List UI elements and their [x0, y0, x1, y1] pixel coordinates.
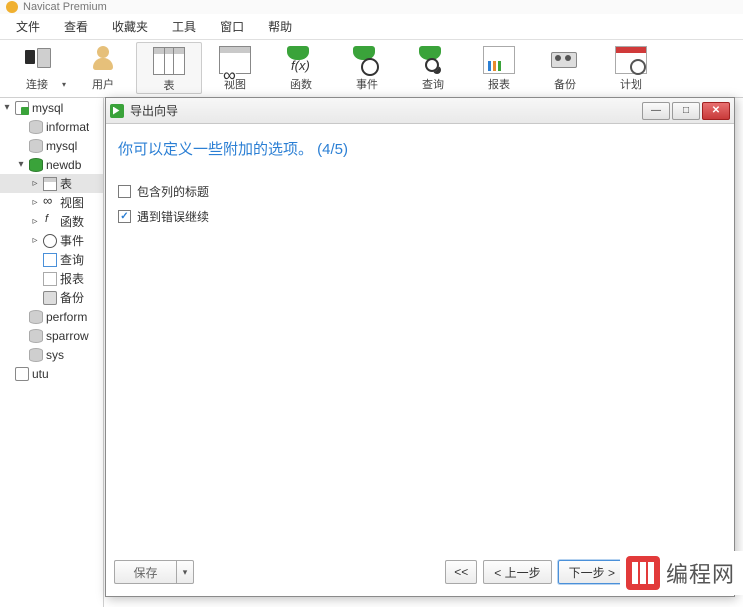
function-icon [285, 46, 317, 74]
minimize-button[interactable]: — [642, 102, 670, 120]
tree-db-performance[interactable]: perform [0, 307, 103, 326]
tree-db-sys[interactable]: sys [0, 345, 103, 364]
db-icon [29, 120, 43, 134]
view-icon [219, 46, 251, 74]
tool-connection[interactable]: 连接▾ [4, 42, 70, 92]
checkbox-continue-on-error[interactable] [118, 210, 131, 223]
tree-db-sparrow[interactable]: sparrow [0, 326, 103, 345]
server-icon [15, 367, 29, 381]
schedule-icon [615, 46, 647, 74]
tree-queries[interactable]: 查询 [0, 250, 103, 269]
tree-functions[interactable]: ▹函数 [0, 212, 103, 231]
tool-report[interactable]: 报表 [466, 42, 532, 92]
chevron-down-icon[interactable]: ▾ [62, 80, 66, 89]
tool-view[interactable]: 视图 [202, 42, 268, 92]
tool-function[interactable]: 函数 [268, 42, 334, 92]
report-small-icon [43, 272, 57, 286]
tree-db-information[interactable]: informat [0, 117, 103, 136]
option-include-header-label: 包含列的标题 [137, 183, 209, 200]
menu-window[interactable]: 窗口 [208, 14, 256, 39]
app-titlebar: Navicat Premium [0, 0, 743, 14]
menu-tools[interactable]: 工具 [160, 14, 208, 39]
tree-views[interactable]: ▹视图 [0, 193, 103, 212]
tree-events[interactable]: ▹事件 [0, 231, 103, 250]
menu-file[interactable]: 文件 [4, 14, 52, 39]
menu-bar: 文件 查看 收藏夹 工具 窗口 帮助 [0, 14, 743, 40]
tree-tables[interactable]: ▹表 [0, 174, 103, 193]
menu-fav[interactable]: 收藏夹 [100, 14, 160, 39]
dialog-title: 导出向导 [130, 102, 178, 119]
tree-backups[interactable]: 备份 [0, 288, 103, 307]
connection-tree[interactable]: ▾mysql informat mysql ▾newdb ▹表 ▹视图 ▹函数 … [0, 98, 104, 607]
main-toolbar: 连接▾ 用户 表 视图 函数 事件 查询 报表 备份 计划 [0, 40, 743, 98]
db-icon [29, 139, 43, 153]
checkbox-include-header[interactable] [118, 185, 131, 198]
menu-help[interactable]: 帮助 [256, 14, 304, 39]
save-dropdown[interactable]: ▾ [176, 560, 194, 584]
table-small-icon [43, 177, 57, 191]
tree-db-mysql[interactable]: mysql [0, 136, 103, 155]
backup-icon [549, 46, 581, 74]
close-button[interactable]: ✕ [702, 102, 730, 120]
tree-db-newdb[interactable]: ▾newdb [0, 155, 103, 174]
watermark: 编程网 [620, 551, 743, 595]
tool-schedule[interactable]: 计划 [598, 42, 664, 92]
export-wizard-dialog: 导出向导 — □ ✕ 你可以定义一些附加的选项。 (4/5) 包含列的标题 遇到… [105, 97, 735, 597]
tool-table[interactable]: 表 [136, 42, 202, 94]
tree-server-mysql[interactable]: ▾mysql [0, 98, 103, 117]
server-green-icon [15, 101, 29, 115]
app-title: Navicat Premium [23, 1, 107, 13]
watermark-text: 编程网 [666, 557, 735, 589]
tree-server-utu[interactable]: utu [0, 364, 103, 383]
report-icon [483, 46, 515, 74]
maximize-button[interactable]: □ [672, 102, 700, 120]
tree-reports[interactable]: 报表 [0, 269, 103, 288]
db-icon [29, 329, 43, 343]
menu-view[interactable]: 查看 [52, 14, 100, 39]
fx-small-icon [43, 215, 57, 229]
tool-event[interactable]: 事件 [334, 42, 400, 92]
query-small-icon [43, 253, 57, 267]
option-continue-on-error[interactable]: 遇到错误继续 [118, 208, 722, 225]
app-icon [6, 1, 18, 13]
connection-icon [21, 46, 53, 74]
save-button[interactable]: 保存 [114, 560, 176, 584]
option-include-header[interactable]: 包含列的标题 [118, 183, 722, 200]
export-icon [110, 104, 124, 118]
dialog-titlebar[interactable]: 导出向导 — □ ✕ [106, 98, 734, 124]
option-continue-on-error-label: 遇到错误继续 [137, 208, 209, 225]
event-icon [351, 46, 383, 74]
clock-small-icon [43, 234, 57, 248]
next-button[interactable]: 下一步 > [558, 560, 626, 584]
tool-query[interactable]: 查询 [400, 42, 466, 92]
table-icon [153, 47, 185, 75]
db-icon [29, 348, 43, 362]
view-small-icon [43, 196, 57, 210]
dialog-body: 你可以定义一些附加的选项。 (4/5) 包含列的标题 遇到错误继续 [118, 134, 722, 548]
db-icon [29, 310, 43, 324]
user-icon [87, 46, 119, 74]
save-split-button[interactable]: 保存 ▾ [114, 560, 194, 584]
db-green-icon [29, 158, 43, 172]
backup-small-icon [43, 291, 57, 305]
wizard-step-heading: 你可以定义一些附加的选项。 (4/5) [118, 138, 722, 159]
first-button[interactable]: << [445, 560, 477, 584]
tool-user[interactable]: 用户 [70, 42, 136, 92]
query-icon [417, 46, 449, 74]
tool-backup[interactable]: 备份 [532, 42, 598, 92]
watermark-logo-icon [626, 556, 660, 590]
prev-button[interactable]: < 上一步 [483, 560, 551, 584]
